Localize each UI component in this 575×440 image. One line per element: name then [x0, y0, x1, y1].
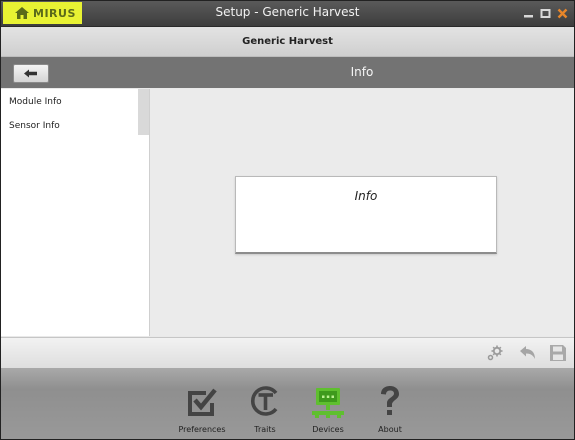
bottom-nav: Preferences Traits Devices About	[1, 368, 574, 439]
window-controls	[523, 4, 568, 23]
question-icon	[381, 386, 399, 415]
nav-traits-label: Traits	[254, 425, 276, 434]
info-card-title: Info	[354, 189, 378, 203]
undo-icon[interactable]	[519, 344, 537, 362]
section-title: Info	[350, 65, 374, 79]
sidebar-item-sensor-info[interactable]: Sensor Info	[9, 121, 60, 131]
traits-icon	[250, 386, 278, 416]
title-bar: MIRUS Setup - Generic Harvest	[1, 1, 574, 27]
close-icon[interactable]	[557, 4, 568, 23]
checkbox-icon	[188, 388, 217, 416]
nav-devices[interactable]: Devices	[298, 385, 358, 434]
settings-gears-icon[interactable]	[486, 344, 504, 362]
sidebar-scrollbar[interactable]	[138, 89, 149, 135]
info-card: Info	[235, 176, 497, 254]
nav-preferences[interactable]: Preferences	[172, 385, 232, 434]
nav-traits[interactable]: Traits	[235, 385, 295, 434]
action-toolbar	[1, 337, 574, 369]
back-button[interactable]	[13, 64, 49, 83]
back-arrow-icon	[24, 69, 37, 78]
window-title: Setup - Generic Harvest	[215, 5, 360, 19]
nav-preferences-label: Preferences	[178, 425, 226, 434]
sidebar: Module Info Sensor Info	[1, 89, 150, 336]
nav-about[interactable]: About	[360, 385, 420, 434]
minimize-icon[interactable]	[523, 4, 534, 23]
nav-devices-label: Devices	[312, 425, 344, 434]
app-window: MIRUS Setup - Generic Harvest Generic Ha…	[0, 0, 575, 440]
save-icon[interactable]	[549, 344, 567, 362]
sidebar-item-module-info[interactable]: Module Info	[9, 97, 62, 107]
nav-about-label: About	[378, 425, 402, 434]
devices-icon	[312, 388, 344, 418]
main-panel: Info	[150, 89, 574, 336]
page-header: Generic Harvest	[1, 27, 574, 57]
maximize-icon[interactable]	[540, 4, 551, 23]
nav-bar: Info	[1, 57, 574, 88]
